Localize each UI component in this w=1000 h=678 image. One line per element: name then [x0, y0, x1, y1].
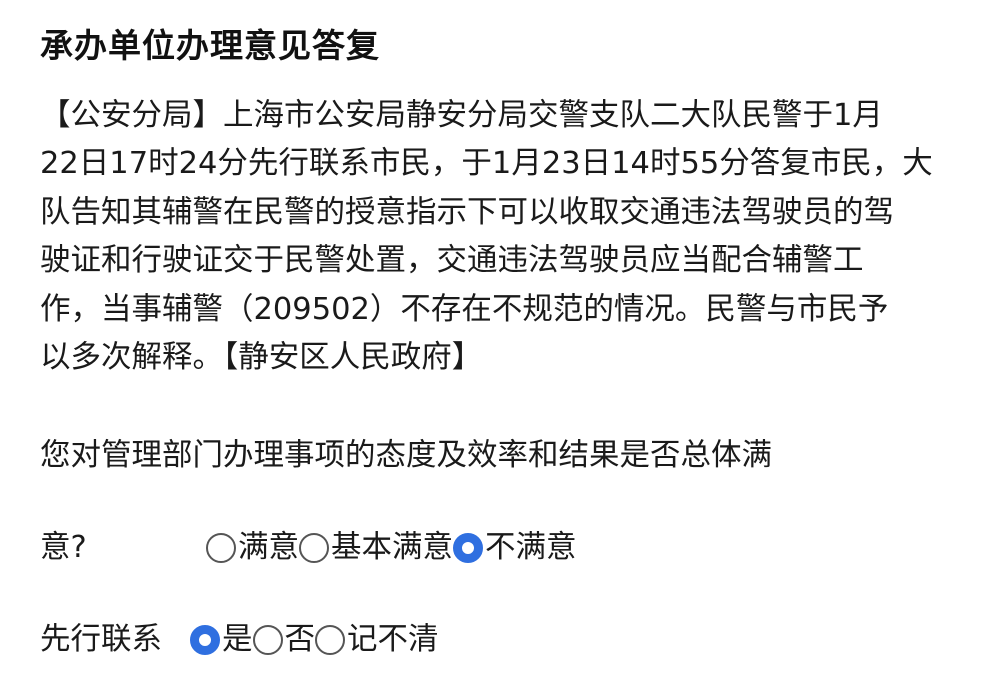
option-label: 记不清 [347, 622, 439, 657]
reply-line: 22日17时24分先行联系市民，于1月23日14时55分答复市民，大 [40, 146, 933, 182]
radio-button-icon[interactable] [315, 625, 345, 655]
contact-first-label: 先行联系 [40, 622, 162, 657]
reply-line: 【公安分局】上海市公安局静安分局交警支队二大队民警于1月 [40, 98, 883, 133]
option-label: 不满意 [485, 530, 577, 565]
radio-button-icon[interactable] [190, 625, 220, 655]
reply-line: 队告知其辅警在民警的授意指示下可以收取交通违法驾驶员的驾 [40, 194, 894, 230]
reply-content: 【公安分局】上海市公安局静安分局交警支队二大队民警于1月 22日17时24分先行… [40, 92, 960, 382]
option-label: 否 [284, 622, 316, 657]
satisfaction-option-basically-satisfied[interactable]: 基本满意 [299, 524, 453, 572]
option-label: 是 [222, 622, 253, 657]
radio-button-icon[interactable] [252, 625, 283, 655]
contact-first-option-no[interactable]: 否 [252, 616, 316, 664]
option-label: 满意 [238, 530, 299, 565]
contact-first-radio-group: 先行联系 是 否 记不清 [40, 616, 439, 664]
radio-button-icon[interactable] [299, 533, 329, 563]
satisfaction-option-unsatisfied[interactable]: 不满意 [453, 524, 577, 572]
reply-page: 承办单位办理意见答复 【公安分局】上海市公安局静安分局交警支队二大队民警于1月 … [0, 0, 1000, 678]
satisfaction-question: 您对管理部门办理事项的态度及效率和结果是否总体满 [40, 438, 772, 473]
reply-line: 作，当事辅警（209502）不存在不规范的情况。民警与市民予 [40, 291, 889, 327]
satisfaction-option-satisfied[interactable]: 满意 [206, 524, 299, 572]
radio-button-icon[interactable] [206, 533, 236, 563]
satisfaction-question-tail: 意? [40, 530, 87, 565]
contact-first-option-yes[interactable]: 是 [190, 616, 253, 664]
reply-line: 以多次解释。【静安区人民政府】 [40, 340, 483, 376]
option-label: 基本满意 [331, 530, 453, 565]
satisfaction-radio-group: 意? 满意 基本满意 不满意 [40, 524, 577, 572]
radio-button-icon[interactable] [453, 533, 483, 563]
page-title: 承办单位办理意见答复 [40, 26, 380, 65]
contact-first-option-not-remember[interactable]: 记不清 [315, 616, 439, 664]
reply-line: 驶证和行驶证交于民警处置，交通违法驾驶员应当配合辅警工 [40, 243, 864, 279]
